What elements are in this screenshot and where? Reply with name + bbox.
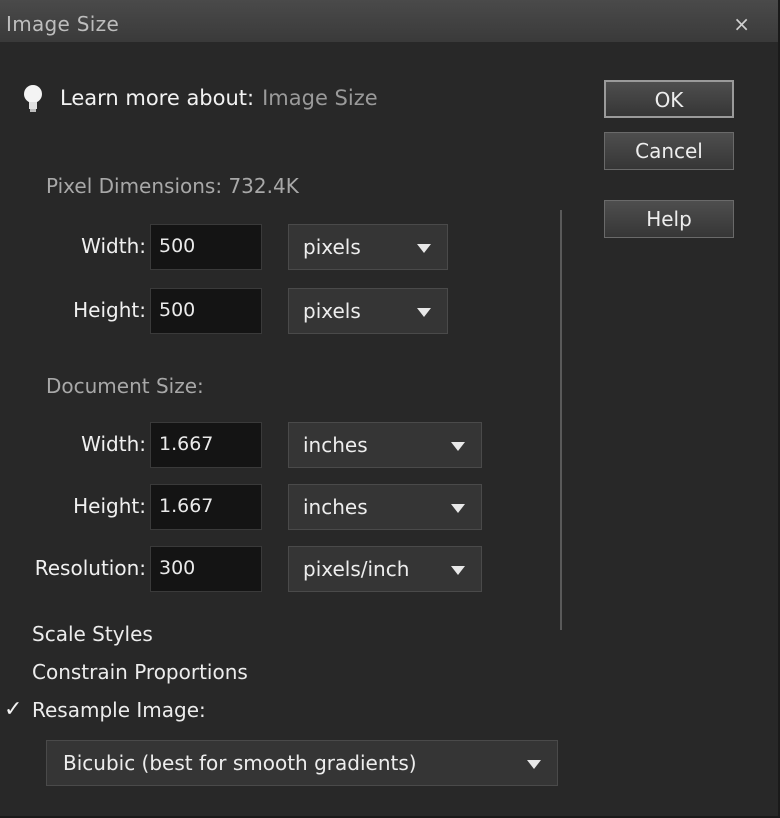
pixel-width-label: Width: <box>81 234 146 258</box>
pixel-width-unit-select[interactable]: pixels <box>288 224 448 270</box>
checkmark-icon: ✓ <box>4 697 23 722</box>
lightbulb-icon <box>24 85 42 112</box>
resample-method-label: Bicubic (best for smooth gradients) <box>63 751 417 775</box>
resample-method-select[interactable]: Bicubic (best for smooth gradients) <box>46 740 558 786</box>
chevron-down-icon <box>451 504 465 513</box>
image-size-dialog: Image Size × Learn more about: Image Siz… <box>0 0 780 818</box>
doc-height-unit-select[interactable]: inches <box>288 484 482 530</box>
doc-width-label: Width: <box>81 432 146 456</box>
close-icon[interactable]: × <box>733 12 750 36</box>
learn-more-link[interactable]: Image Size <box>262 86 378 110</box>
doc-height-label: Height: <box>73 494 146 518</box>
resolution-input[interactable]: 300 <box>150 546 262 592</box>
doc-width-input[interactable]: 1.667 <box>150 422 262 468</box>
dialog-title: Image Size <box>6 12 120 36</box>
chevron-down-icon <box>417 244 431 253</box>
learn-more-label: Learn more about: <box>60 86 255 110</box>
learn-more: Learn more about: Image Size <box>22 84 378 112</box>
resolution-unit-label: pixels/inch <box>303 557 410 581</box>
chevron-down-icon <box>451 566 465 575</box>
constrain-link-bracket <box>560 210 562 630</box>
chevron-down-icon <box>527 760 541 769</box>
pixel-width-unit-label: pixels <box>303 235 361 259</box>
doc-height-unit-label: inches <box>303 495 368 519</box>
scale-styles-checkbox[interactable]: Scale Styles <box>32 622 153 646</box>
help-button[interactable]: Help <box>604 200 734 238</box>
pixel-height-unit-select[interactable]: pixels <box>288 288 448 334</box>
resolution-unit-select[interactable]: pixels/inch <box>288 546 482 592</box>
constrain-proportions-checkbox[interactable]: Constrain Proportions <box>32 660 248 684</box>
ok-button[interactable]: OK <box>604 80 734 118</box>
chevron-down-icon <box>417 308 431 317</box>
document-size-heading: Document Size: <box>46 374 204 398</box>
pixel-height-input[interactable]: 500 <box>150 288 262 334</box>
cancel-button[interactable]: Cancel <box>604 132 734 170</box>
resample-image-checkbox[interactable]: Resample Image: <box>32 698 206 722</box>
pixel-width-input[interactable]: 500 <box>150 224 262 270</box>
doc-height-input[interactable]: 1.667 <box>150 484 262 530</box>
doc-width-unit-label: inches <box>303 433 368 457</box>
doc-width-unit-select[interactable]: inches <box>288 422 482 468</box>
title-bar: Image Size × <box>0 0 778 42</box>
pixel-height-label: Height: <box>73 298 146 322</box>
pixel-dimensions-heading: Pixel Dimensions: 732.4K <box>46 174 299 198</box>
resolution-label: Resolution: <box>34 556 146 580</box>
pixel-height-unit-label: pixels <box>303 299 361 323</box>
chevron-down-icon <box>451 442 465 451</box>
